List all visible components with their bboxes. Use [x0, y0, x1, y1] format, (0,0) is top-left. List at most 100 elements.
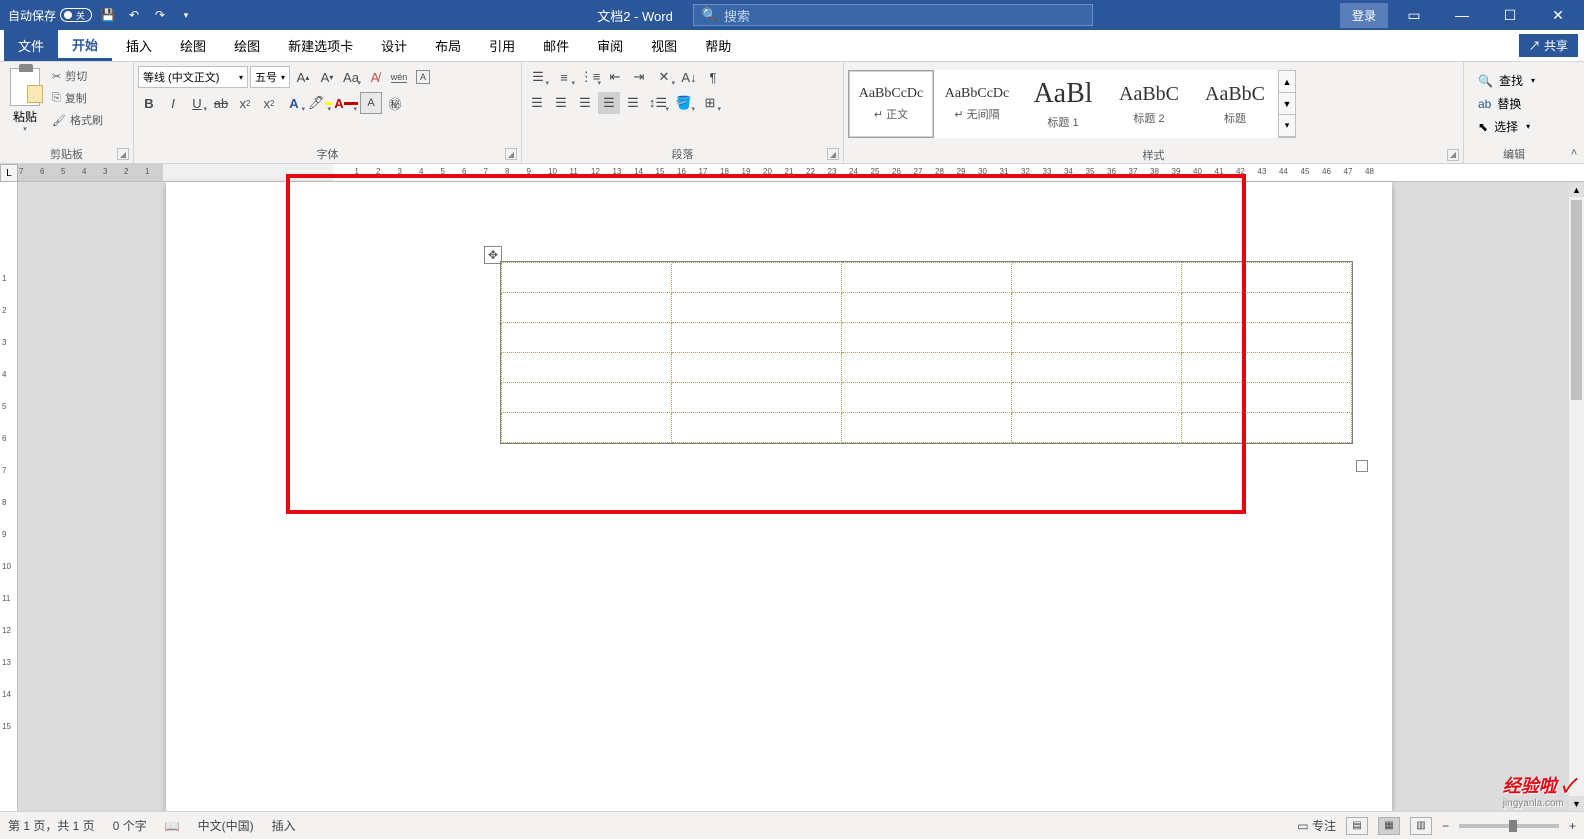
style-标题 1[interactable]: AaBl标题 1 [1020, 70, 1106, 138]
increase-indent-icon[interactable]: ⇥ [628, 66, 650, 88]
tab-review[interactable]: 审阅 [583, 30, 637, 61]
enclose-char-icon[interactable]: ㊙ [384, 92, 406, 114]
change-case-icon[interactable]: Aa▾ [340, 66, 362, 88]
ribbon-display-icon[interactable]: ▭ [1392, 0, 1436, 30]
underline-icon[interactable]: U▾ [186, 92, 208, 114]
paste-button[interactable]: 粘贴 ▾ [4, 66, 46, 135]
scroll-thumb[interactable] [1571, 200, 1582, 400]
tab-selector-icon[interactable]: L [0, 164, 18, 182]
increase-font-icon[interactable]: A▴ [292, 66, 314, 88]
tab-home[interactable]: 开始 [58, 30, 112, 61]
superscript-icon[interactable]: x2 [258, 92, 280, 114]
subscript-icon[interactable]: x2 [234, 92, 256, 114]
cut-button[interactable]: ✂剪切 [48, 66, 107, 86]
font-launcher-icon[interactable]: ◢ [505, 148, 517, 160]
status-proof-icon[interactable]: 📖 [165, 819, 180, 833]
sort-icon[interactable]: A↓ [678, 66, 700, 88]
text-effects-icon[interactable]: A▾ [282, 92, 306, 114]
focus-mode-button[interactable]: ▭ 专注 [1297, 817, 1336, 834]
search-box[interactable]: 🔍 搜索 [693, 4, 1093, 26]
print-layout-icon[interactable]: ▦ [1378, 817, 1400, 835]
font-size-select[interactable]: 五号▾ [250, 66, 290, 88]
bullets-icon[interactable]: ☰▾ [526, 66, 550, 88]
font-color-icon[interactable]: A▾ [334, 92, 358, 114]
tab-help[interactable]: 帮助 [691, 30, 745, 61]
web-layout-icon[interactable]: ▥ [1410, 817, 1432, 835]
minimize-icon[interactable]: — [1440, 0, 1484, 30]
login-button[interactable]: 登录 [1340, 3, 1388, 28]
horizontal-ruler[interactable]: 8765432112345678910111213141516171819202… [18, 164, 1584, 182]
multilevel-icon[interactable]: ⋮≡▾ [578, 66, 602, 88]
maximize-icon[interactable]: ☐ [1488, 0, 1532, 30]
document-table[interactable] [501, 262, 1352, 443]
vertical-ruler[interactable]: 123456789101112131415 [0, 182, 18, 811]
paragraph-launcher-icon[interactable]: ◢ [827, 148, 839, 160]
zoom-slider[interactable] [1459, 824, 1559, 828]
style-标题[interactable]: AaBbC标题 [1192, 70, 1278, 138]
italic-icon[interactable]: I [162, 92, 184, 114]
zoom-out-icon[interactable]: − [1442, 819, 1449, 833]
tab-file[interactable]: 文件 [4, 30, 58, 61]
tab-view[interactable]: 视图 [637, 30, 691, 61]
scroll-up-icon[interactable]: ▲ [1569, 182, 1584, 197]
read-mode-icon[interactable]: ▤ [1346, 817, 1368, 835]
collapse-ribbon-icon[interactable]: ˄ [1571, 147, 1577, 159]
align-right-icon[interactable]: ☰ [574, 92, 596, 114]
distribute-icon[interactable]: ☰ [622, 92, 644, 114]
save-icon[interactable]: 💾 [98, 5, 118, 25]
tab-layout[interactable]: 布局 [421, 30, 475, 61]
decrease-indent-icon[interactable]: ⇤ [604, 66, 626, 88]
show-marks-icon[interactable]: ¶ [702, 66, 724, 88]
tab-draw1[interactable]: 绘图 [166, 30, 220, 61]
line-spacing-icon[interactable]: ↕☰▾ [646, 92, 670, 114]
copy-button[interactable]: ⎘复制 [48, 88, 107, 108]
font-name-select[interactable]: 等线 (中文正文)▾ [138, 66, 248, 88]
select-button[interactable]: ⬉选择▾ [1474, 116, 1539, 137]
borders-icon[interactable]: ⊞▾ [698, 92, 722, 114]
bold-icon[interactable]: B [138, 92, 160, 114]
status-page[interactable]: 第 1 页，共 1 页 [8, 817, 95, 834]
styles-launcher-icon[interactable]: ◢ [1447, 149, 1459, 161]
align-center-icon[interactable]: ☰ [550, 92, 572, 114]
tab-design[interactable]: 设计 [367, 30, 421, 61]
shading-icon[interactable]: 🪣▾ [672, 92, 696, 114]
styles-gallery-nav[interactable]: ▲▼▾ [1278, 70, 1296, 138]
tab-mail[interactable]: 邮件 [529, 30, 583, 61]
autosave-toggle[interactable]: 自动保存 关 [8, 7, 92, 24]
clipboard-launcher-icon[interactable]: ◢ [117, 148, 129, 160]
zoom-in-icon[interactable]: + [1569, 819, 1576, 833]
vertical-scrollbar[interactable]: ▲ ▼ [1569, 182, 1584, 811]
find-button[interactable]: 🔍查找▾ [1474, 70, 1539, 91]
status-words[interactable]: 0 个字 [113, 817, 147, 834]
undo-icon[interactable]: ↶ [124, 5, 144, 25]
status-mode[interactable]: 插入 [272, 817, 296, 834]
char-shading-icon[interactable]: A [360, 92, 382, 114]
style-正文[interactable]: AaBbCcDc↵ 正文 [848, 70, 934, 138]
table-resize-handle-icon[interactable] [1356, 460, 1368, 472]
char-border-icon[interactable]: A [412, 66, 434, 88]
strikethrough-icon[interactable]: ab [210, 92, 232, 114]
justify-icon[interactable]: ☰ [598, 92, 620, 114]
clear-format-icon[interactable]: A̸ [364, 66, 386, 88]
tab-insert[interactable]: 插入 [112, 30, 166, 61]
share-button[interactable]: ↗ 共享 [1519, 34, 1578, 57]
style-无间隔[interactable]: AaBbCcDc↵ 无间隔 [934, 70, 1020, 138]
tab-draw2[interactable]: 绘图 [220, 30, 274, 61]
document-page[interactable]: ✥ [166, 182, 1392, 811]
customize-qat-icon[interactable]: ▾ [176, 5, 196, 25]
redo-icon[interactable]: ↷ [150, 5, 170, 25]
styles-gallery[interactable]: AaBbCcDc↵ 正文AaBbCcDc↵ 无间隔AaBl标题 1AaBbC标题… [848, 66, 1296, 142]
phonetic-icon[interactable]: wén [388, 66, 410, 88]
style-标题 2[interactable]: AaBbC标题 2 [1106, 70, 1192, 138]
decrease-font-icon[interactable]: A▾ [316, 66, 338, 88]
table-move-handle-icon[interactable]: ✥ [484, 246, 502, 264]
close-icon[interactable]: ✕ [1536, 0, 1580, 30]
format-painter-button[interactable]: 🖌格式刷 [48, 110, 107, 130]
status-language[interactable]: 中文(中国) [198, 817, 254, 834]
tab-references[interactable]: 引用 [475, 30, 529, 61]
align-left-icon[interactable]: ☰ [526, 92, 548, 114]
numbering-icon[interactable]: ≡▾ [552, 66, 576, 88]
asian-layout-icon[interactable]: ✕▾ [652, 66, 676, 88]
highlight-icon[interactable]: 🖊▾ [308, 92, 332, 114]
tab-newtab[interactable]: 新建选项卡 [274, 30, 367, 61]
